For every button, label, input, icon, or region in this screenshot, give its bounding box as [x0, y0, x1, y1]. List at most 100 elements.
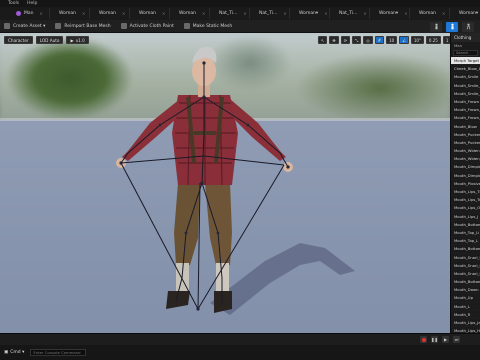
morph-target-item[interactable]: Mouth_Snarl_L	[451, 262, 480, 270]
morph-target-item[interactable]: Mouth_Smile	[451, 73, 480, 82]
asset-tab[interactable]: Woman▾×	[290, 8, 330, 19]
morph-target-list: Morph Target Cheek_Blow_L Mouth_Smile Mouth…	[451, 57, 480, 333]
select-tool-icon[interactable]: ↖	[318, 36, 328, 44]
morph-target-item[interactable]: Mouth_Widen_L	[451, 155, 480, 164]
asset-tab[interactable]: Woman ×	[410, 8, 450, 19]
asset-tab[interactable]: Woman▾×	[370, 8, 410, 19]
morph-target-item[interactable]: Mouth_R	[451, 311, 480, 319]
morph-target-item[interactable]: Mouth_Lips_Ja	[451, 319, 480, 328]
close-icon[interactable]: ×	[324, 11, 327, 16]
morph-target-item[interactable]: Mouth_Pucker	[451, 131, 480, 139]
camera-speed-value[interactable]: 1	[442, 36, 450, 44]
activate-cloth-paint-button[interactable]: Activate Cloth Paint	[120, 23, 174, 29]
playback-speed-button[interactable]: ▶ x1.0	[66, 36, 89, 44]
close-icon[interactable]: ×	[283, 11, 286, 16]
move-tool-icon[interactable]: ✥	[329, 36, 339, 44]
morph-target-item[interactable]: Mouth_Down	[451, 286, 480, 295]
skip-end-icon: ⏭	[454, 337, 459, 342]
morph-target-item[interactable]: Mouth_Frown_L	[451, 106, 480, 115]
close-icon[interactable]: ×	[202, 11, 205, 16]
morph-target-item[interactable]: Mouth_Top_Li	[451, 229, 480, 238]
close-icon[interactable]: ×	[40, 11, 43, 16]
morph-target-item[interactable]: Mouth_Lips_Tu	[451, 196, 480, 205]
morph-target-item[interactable]: Mouth_L	[451, 303, 480, 311]
rotation-snap-toggle[interactable]: ∠	[399, 36, 409, 44]
morph-target-item[interactable]: Mouth_Smile_L	[451, 90, 480, 98]
morph-target-item[interactable]: Mouth_Lips_J	[451, 213, 480, 221]
morph-target-item[interactable]: Mouth_Frown_R	[451, 114, 480, 123]
editor-viewport[interactable]: Character LOD Auto ▶ x1.0 ↖ ✥ ⟳ ⤡ ◎ # 10 …	[0, 33, 450, 333]
console-command-input[interactable]: Enter Console Command	[30, 349, 87, 356]
morph-target-item[interactable]: Mouth_Bottom_L	[451, 245, 480, 254]
morph-target-item[interactable]: Mouth_Top_L	[451, 237, 480, 246]
asset-tab-label: Nat_Ti...	[219, 11, 238, 16]
grid-snap-toggle[interactable]: #	[374, 36, 385, 44]
skip-end-button[interactable]: ⏭	[453, 336, 460, 343]
morph-target-item[interactable]: Mouth_Lips_Op	[451, 204, 480, 213]
morph-target-item[interactable]: Mouth_Up	[451, 294, 480, 303]
rotation-snap-value[interactable]: 10°	[410, 36, 424, 44]
menu-tools[interactable]: Tools	[8, 1, 19, 6]
morph-target-item[interactable]: Mouth_Widen	[451, 147, 480, 156]
close-icon[interactable]: ×	[363, 11, 366, 16]
status-bar: ▣ Cmd ▾ Enter Console Command	[0, 345, 480, 360]
asset-tab[interactable]: Woman▾×	[450, 8, 480, 19]
reimport-base-mesh-button[interactable]: Reimport Base Mesh	[55, 23, 111, 29]
play-button[interactable]: ▶	[442, 336, 449, 343]
asset-tab[interactable]: Nat_Ti... ×	[210, 8, 250, 19]
close-icon[interactable]: ×	[404, 11, 407, 16]
morph-target-item[interactable]: Mouth_Blow	[451, 123, 480, 131]
morph-target-item[interactable]: Mouth_Bottom	[451, 221, 480, 229]
rotate-tool-icon[interactable]: ⟳	[340, 36, 351, 44]
morph-search-input[interactable]: Search	[453, 50, 478, 56]
skeleton-mode-button[interactable]	[430, 21, 442, 32]
morph-target-item[interactable]: Mouth_Pucker_L	[451, 139, 480, 148]
close-icon[interactable]: ×	[442, 11, 445, 16]
morph-target-item[interactable]: Mouth_Dimple_R	[451, 172, 480, 180]
close-icon[interactable]: ×	[162, 11, 165, 16]
record-icon	[421, 337, 426, 342]
close-icon[interactable]: ×	[243, 11, 246, 16]
asset-tab[interactable]: Woman ×	[90, 8, 130, 19]
cmd-dropdown[interactable]: ▣ Cmd ▾	[4, 350, 24, 355]
create-asset-button[interactable]: Create Asset ▾	[4, 23, 45, 29]
morph-target-item[interactable]: Mouth_Lips_Ti	[451, 188, 480, 197]
mesh-mode-button[interactable]	[446, 21, 458, 32]
asset-tab[interactable]: Woman ×	[50, 8, 90, 19]
morph-target-item[interactable]: Mouth_Snarl_R	[451, 270, 480, 279]
asset-tab-bar: Man × Woman × Woman × Woman × Woman × Nat_Ti... × Na…	[0, 7, 480, 20]
morph-target-item[interactable]: Morph Target	[451, 57, 480, 66]
morph-target-item[interactable]: Cheek_Blow_L	[451, 65, 480, 74]
morph-target-item[interactable]: Mouth_Plosive	[451, 180, 480, 188]
editor-toolbar: Create Asset ▾ Reimport Base Mesh Activa…	[0, 20, 450, 33]
perspective-dropdown[interactable]: Character	[4, 36, 33, 44]
morph-target-item[interactable]: Mouth_Smile_R	[451, 82, 480, 90]
scale-tool-icon[interactable]: ⤡	[352, 36, 362, 44]
grid-snap-value[interactable]: 10	[386, 36, 398, 44]
asset-tab[interactable]: Nat_Ti... ×	[330, 8, 370, 19]
morph-target-item[interactable]: Mouth_Snarl_U	[451, 254, 480, 262]
world-local-icon[interactable]: ◎	[363, 36, 373, 44]
panel-tab-clothing[interactable]: Clothing	[451, 33, 480, 42]
pause-button[interactable]: ❚❚	[431, 336, 438, 343]
viewport-options: Character LOD Auto ▶ x1.0	[4, 36, 89, 44]
morph-target-item[interactable]: Mouth_Dimple_L	[451, 163, 480, 172]
asset-tab[interactable]: Woman ×	[170, 8, 210, 19]
asset-tab-label: Woman	[179, 11, 196, 16]
close-icon[interactable]: ×	[82, 11, 85, 16]
menu-help[interactable]: Help	[27, 1, 37, 6]
morph-target-item[interactable]: Mouth_Frown	[451, 98, 480, 107]
close-icon[interactable]: ×	[122, 11, 125, 16]
lod-dropdown[interactable]: LOD Auto	[35, 36, 64, 44]
make-static-mesh-button[interactable]: Make Static Mesh	[183, 23, 232, 29]
character-mesh[interactable]	[0, 33, 450, 333]
mesh-person-icon	[450, 23, 454, 30]
morph-target-item[interactable]: Mouth_Bottom_R	[451, 278, 480, 287]
cloth-paint-icon	[120, 23, 127, 29]
record-button[interactable]	[420, 336, 427, 343]
asset-tab[interactable]: Nat_Ti... ×	[250, 8, 290, 19]
asset-tab[interactable]: Woman ×	[130, 8, 170, 19]
animation-mode-button[interactable]	[462, 21, 474, 32]
scale-snap-value[interactable]: 0.25	[425, 36, 441, 44]
asset-tab[interactable]: Man ×	[10, 8, 50, 19]
